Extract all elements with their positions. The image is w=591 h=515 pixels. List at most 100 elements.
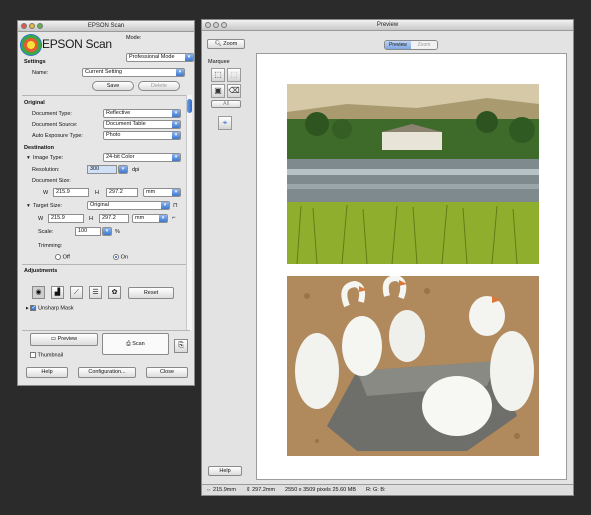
trim-off-radio[interactable]: Off (55, 254, 70, 261)
image-adjustment-icon[interactable]: ☰ (89, 286, 102, 299)
image-type-value: 24-bit Color (106, 154, 135, 160)
trim-on-radio[interactable]: On (113, 254, 128, 261)
scale-unit: % (115, 229, 120, 235)
all-button[interactable]: All (211, 100, 241, 108)
radio-selected-icon (113, 254, 119, 260)
divider (22, 330, 190, 331)
doc-width-label: W (43, 190, 49, 196)
document-size-label: Document Size: (32, 178, 71, 184)
preview-zoom-tabs: Preview Zoom (384, 40, 438, 50)
trim-on-label: On (120, 254, 129, 261)
auto-locate-icon[interactable]: ⌖ (218, 116, 232, 130)
minimize-window-icon[interactable] (213, 22, 219, 28)
chevron-down-icon: ▾ (176, 69, 184, 76)
original-heading: Original (24, 100, 45, 106)
preview-icon: ▭ (50, 336, 57, 342)
auto-exposure-value: Photo (106, 132, 121, 138)
doc-height-field[interactable]: 297.2 (106, 188, 138, 197)
target-size-label: Target Size: (33, 203, 63, 209)
preview-window: Preview 🔍︎ Zoom Preview Zoom Marquee ⬚ ⬚… (201, 19, 574, 496)
image-type-label: Image Type: (33, 155, 64, 161)
zoom-window-icon[interactable] (221, 22, 227, 28)
thumbnail-label: Thumbnail (37, 352, 64, 359)
window-controls (21, 23, 43, 29)
auto-exposure-select[interactable]: Photo ▾ (103, 131, 181, 140)
resolution-field[interactable]: 300 (87, 165, 117, 174)
auto-exposure-icon[interactable]: ◉ (32, 286, 45, 299)
resolution-select[interactable]: ▾ (118, 165, 128, 174)
scan-window-title: EPSON Scan (87, 23, 125, 29)
disclosure-triangle-icon[interactable]: ▾ (27, 155, 30, 161)
settings-heading: Settings (24, 59, 46, 65)
document-type-select[interactable]: Reflective ▾ (103, 109, 181, 118)
scan-icon: ⎙ (126, 341, 131, 347)
scan-titlebar[interactable]: EPSON Scan (18, 21, 194, 32)
disclosure-triangle-icon[interactable]: ▾ (27, 203, 30, 209)
save-button[interactable]: Save (92, 81, 134, 91)
preview-help-button[interactable]: Help (208, 466, 242, 476)
orientation-icon[interactable]: ⊓ (173, 202, 178, 209)
mode-label: Mode: (126, 35, 142, 41)
tone-curve-icon[interactable]: ⟋ (70, 286, 83, 299)
close-button[interactable]: Close (146, 367, 188, 378)
lock-icon[interactable]: ⌐ (172, 215, 176, 221)
preview-window-title: Preview (376, 22, 399, 28)
marquee-delete-icon[interactable]: ⌫ (227, 84, 241, 98)
trimming-label: Trimming: (38, 243, 63, 249)
target-width-field[interactable]: 215.9 (48, 214, 84, 223)
histogram-icon[interactable]: ▟ (51, 286, 64, 299)
target-size-select[interactable]: Original ▾ (87, 201, 170, 210)
marquee-duplicate-icon[interactable]: ▣ (211, 84, 225, 98)
status-rgb: R: G: B: (365, 487, 386, 493)
color-palette-icon[interactable]: ✿ (108, 286, 121, 299)
scale-field[interactable]: 100 (75, 227, 101, 236)
delete-button[interactable]: Delete (138, 81, 180, 91)
scale-label: Scale: (38, 229, 54, 235)
mode-select[interactable]: Professional Mode ▾ (126, 53, 194, 62)
checkbox-checked-icon[interactable]: ✓ (30, 305, 36, 311)
chevron-down-icon: ▾ (159, 215, 167, 222)
chevron-down-icon: ▾ (185, 54, 193, 61)
preview-canvas[interactable] (256, 53, 567, 480)
tab-preview[interactable]: Preview (385, 41, 411, 49)
configuration-button[interactable]: Configuration... (78, 367, 136, 378)
swans-photo (287, 276, 539, 456)
preview-button[interactable]: ▭ Preview (30, 333, 98, 346)
minimize-window-icon[interactable] (29, 23, 35, 29)
adjustments-heading: Adjustments (24, 268, 58, 274)
doc-unit-select[interactable]: mm ▾ (143, 188, 181, 197)
scale-stepper[interactable]: ▾ (102, 227, 112, 236)
zoom-button[interactable]: 🔍︎ Zoom (207, 39, 245, 49)
auto-exposure-label: Auto Exposure Type: (32, 133, 83, 139)
disclosure-triangle-icon[interactable]: ▸ (26, 306, 29, 312)
marquee-remove-icon[interactable]: ⬚ (227, 68, 241, 82)
marquee-label: Marquee (208, 59, 230, 65)
close-window-icon[interactable] (205, 22, 211, 28)
target-height-field[interactable]: 297.2 (99, 214, 129, 223)
settings-scrollbar[interactable] (186, 95, 192, 330)
thumbnail-checkbox[interactable]: Thumbnail (30, 352, 63, 358)
reset-button[interactable]: Reset (128, 287, 174, 299)
chevron-down-icon: ▾ (172, 121, 180, 128)
tab-zoom[interactable]: Zoom (411, 41, 437, 49)
zoom-button-label: Zoom (223, 41, 238, 47)
epson-scan-window: EPSON Scan EPSON Scan Mode: Professional… (17, 20, 195, 386)
document-source-select[interactable]: Document Table ▾ (103, 120, 181, 129)
magnifier-icon: 🔍︎ (214, 41, 222, 47)
scrollbar-thumb[interactable] (187, 99, 192, 113)
preview-titlebar[interactable]: Preview (202, 20, 573, 31)
close-window-icon[interactable] (21, 23, 27, 29)
settings-name-select[interactable]: Current Setting ▾ (82, 68, 185, 77)
image-type-select[interactable]: 24-bit Color ▾ (103, 153, 181, 162)
unsharp-mask-row[interactable]: ▸ ✓ Unsharp Mask (26, 305, 74, 312)
help-button[interactable]: Help (26, 367, 68, 378)
document-type-value: Reflective (106, 110, 131, 116)
doc-width-field[interactable]: 215.9 (53, 188, 89, 197)
target-unit-select[interactable]: mm ▾ (132, 214, 168, 223)
scan-button[interactable]: ⎙ Scan (102, 333, 169, 355)
chevron-down-icon: ▾ (172, 154, 180, 161)
marquee-add-icon[interactable]: ⬚ (211, 68, 225, 82)
zoom-window-icon[interactable] (37, 23, 43, 29)
epson-logo-text: EPSON Scan (42, 37, 112, 51)
file-save-settings-icon[interactable]: ⎘ (174, 339, 188, 353)
